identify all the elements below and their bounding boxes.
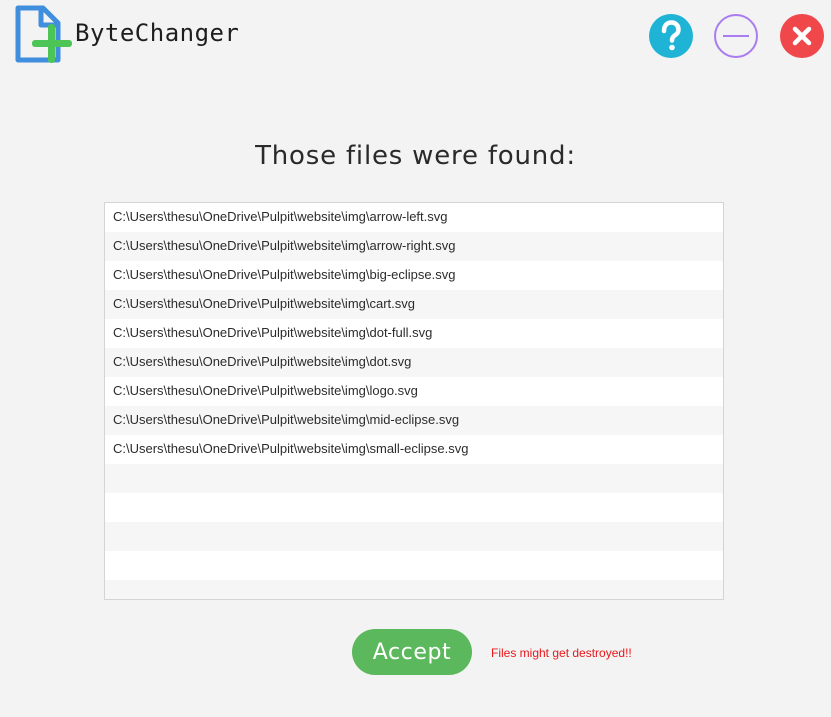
app-logo-icon: [13, 5, 77, 65]
empty-list-row: [105, 464, 723, 493]
minimize-button[interactable]: [713, 13, 759, 59]
empty-list-row: [105, 580, 723, 599]
file-list-item[interactable]: C:\Users\thesu\OneDrive\Pulpit\website\i…: [105, 203, 723, 232]
close-button[interactable]: [779, 13, 825, 59]
warning-message: Files might get destroyed!!: [491, 646, 632, 660]
file-list-item[interactable]: C:\Users\thesu\OneDrive\Pulpit\website\i…: [105, 261, 723, 290]
empty-list-row: [105, 493, 723, 522]
file-list-item[interactable]: C:\Users\thesu\OneDrive\Pulpit\website\i…: [105, 319, 723, 348]
file-list-item[interactable]: C:\Users\thesu\OneDrive\Pulpit\website\i…: [105, 348, 723, 377]
question-mark-icon: [649, 14, 693, 58]
file-list-item[interactable]: C:\Users\thesu\OneDrive\Pulpit\website\i…: [105, 232, 723, 261]
file-list-item[interactable]: C:\Users\thesu\OneDrive\Pulpit\website\i…: [105, 435, 723, 464]
empty-list-row: [105, 522, 723, 551]
minus-icon: [714, 14, 758, 58]
x-icon: [780, 14, 824, 58]
empty-list-row: [105, 551, 723, 580]
accept-button[interactable]: Accept: [352, 629, 472, 675]
file-list-item[interactable]: C:\Users\thesu\OneDrive\Pulpit\website\i…: [105, 406, 723, 435]
found-files-list[interactable]: C:\Users\thesu\OneDrive\Pulpit\website\i…: [104, 202, 724, 600]
help-button[interactable]: [648, 13, 694, 59]
file-list-item[interactable]: C:\Users\thesu\OneDrive\Pulpit\website\i…: [105, 377, 723, 406]
page-heading: Those files were found:: [255, 141, 576, 171]
file-list-item[interactable]: C:\Users\thesu\OneDrive\Pulpit\website\i…: [105, 290, 723, 319]
app-title: ByteChanger: [75, 19, 240, 47]
